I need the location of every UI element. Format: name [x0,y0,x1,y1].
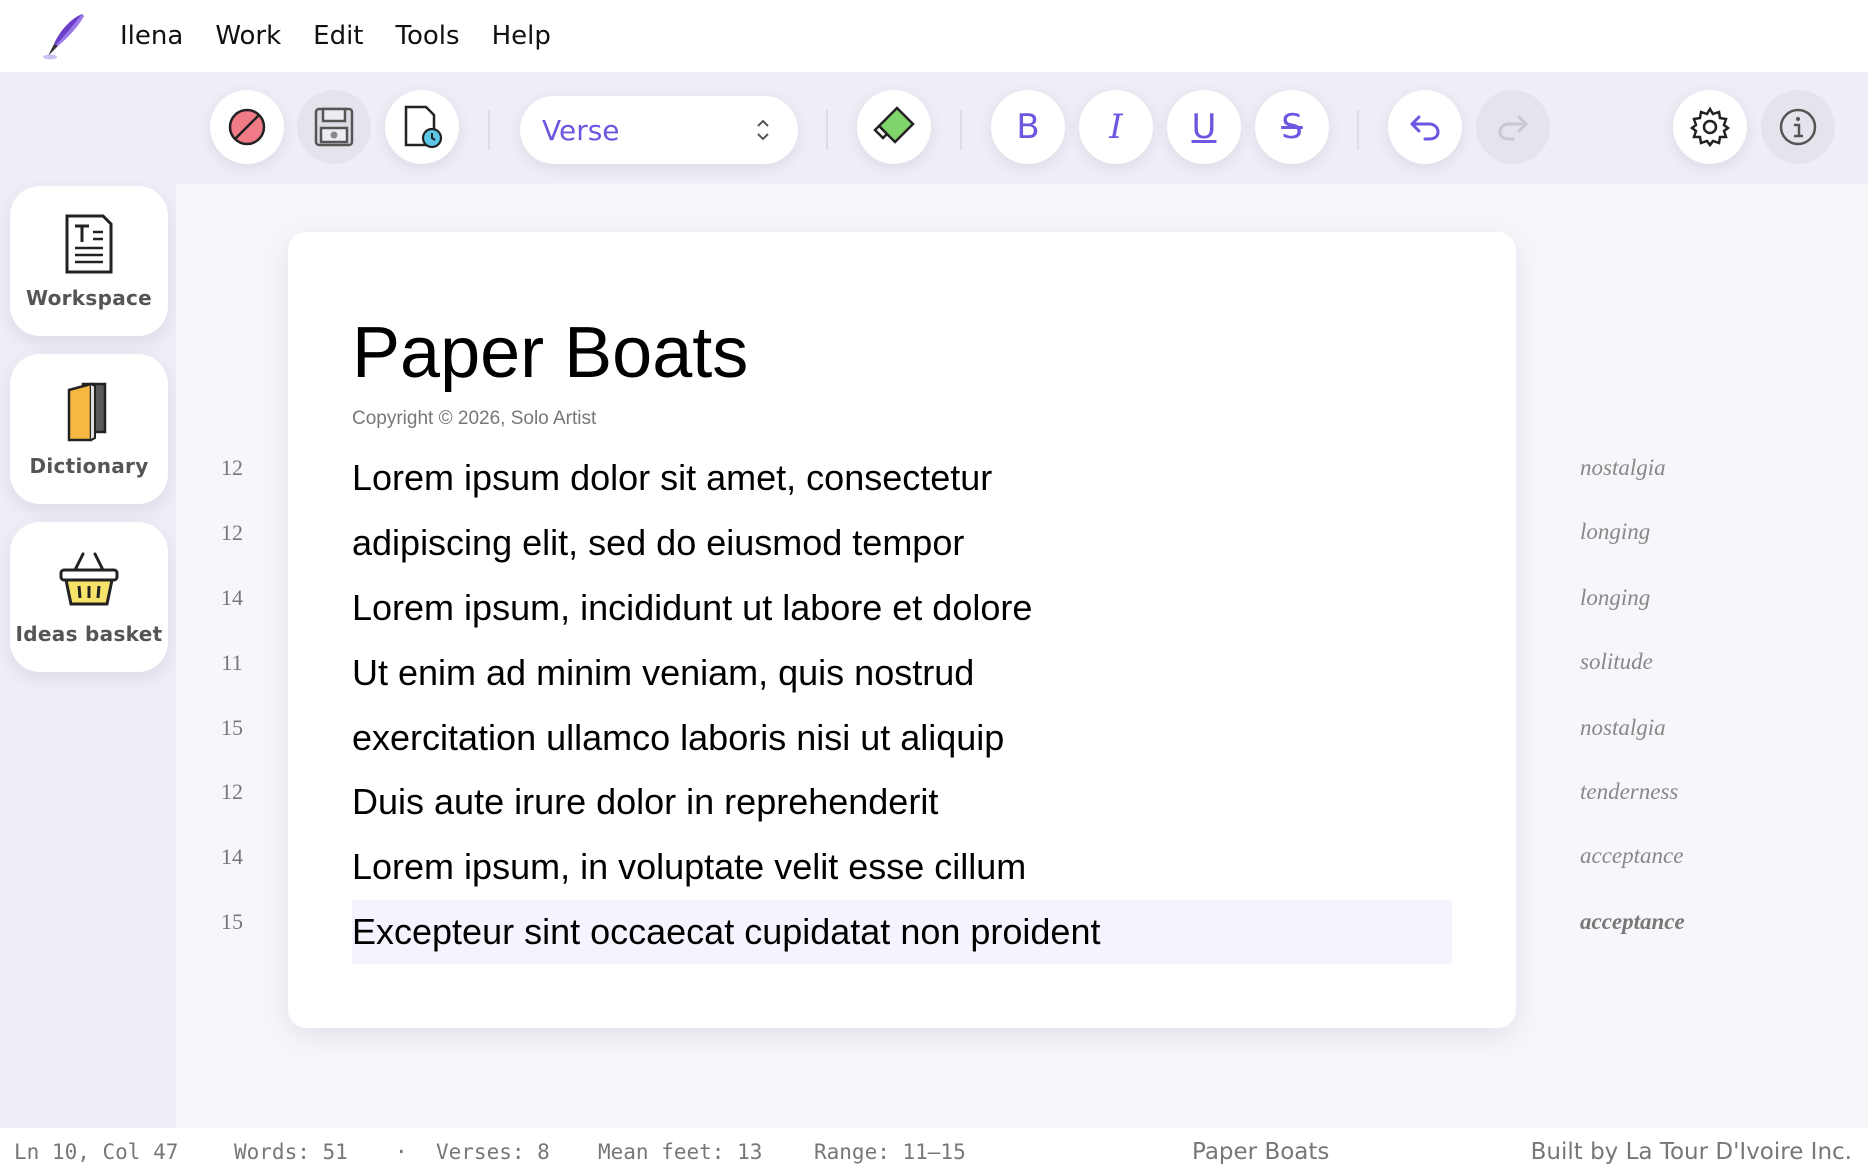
line-theme: tenderness [1580,779,1679,804]
menu-work[interactable]: Work [215,21,281,51]
eraser-icon [873,106,915,144]
menu-tools[interactable]: Tools [396,21,460,51]
floppy-disk-icon [314,107,354,147]
save-button[interactable] [297,90,371,164]
line-theme: nostalgia [1580,715,1666,740]
status-bar: Ln 10, Col 47 Words: 51 · Verses: 8 Mean… [0,1128,1868,1176]
line-theme: acceptance [1580,843,1684,868]
menu-items: Ilena Work Edit Tools Help [120,0,583,72]
status-credit: Built by La Tour D'Ivoire Inc. [1530,1139,1852,1165]
verse-line[interactable]: exercitation ullamco laboris nisi ut ali… [352,706,1452,770]
toolbar-separator [1357,110,1359,150]
redo-button[interactable] [1476,90,1550,164]
strikethrough-icon: S [1281,107,1303,147]
line-theme: solitude [1580,649,1653,674]
sidebar: Workspace Dictionary Ideas basket [0,184,176,1128]
status-feet-range: Range: 11–15 [814,1140,966,1164]
document-icon [65,214,113,274]
italic-button[interactable]: I [1079,90,1153,164]
line-style-select[interactable]: Verse [520,96,798,164]
quill-pen-logo-icon [43,14,84,60]
feet-count: 15 [221,909,243,934]
document-clock-icon [404,105,443,149]
feet-count: 11 [221,650,243,675]
sidebar-item-label: Dictionary [29,454,149,478]
status-verse-count: Verses: 8 [436,1140,550,1164]
feet-count: 15 [221,715,243,740]
sidebar-item-label: Ideas basket [15,622,163,646]
status-separator: · [395,1140,408,1164]
redo-arrow-icon [1498,115,1528,141]
verse-line[interactable]: Lorem ipsum dolor sit amet, consectetur [352,446,1452,510]
feet-count: 14 [221,585,243,610]
verse-line[interactable]: Ut enim ad minim veniam, quis nostrud [352,641,1452,705]
version-history-button[interactable] [385,90,459,164]
status-cursor-position: Ln 10, Col 47 [14,1140,179,1164]
status-word-count: Words: 51 [234,1140,348,1164]
verse-line[interactable]: Lorem ipsum, incididunt ut labore et dol… [352,576,1452,640]
toolbar-separator [960,110,962,150]
line-theme: longing [1580,585,1651,610]
line-theme: longing [1580,519,1651,544]
sidebar-item-ideas-basket[interactable]: Ideas basket [10,522,168,672]
feet-count: 12 [221,455,243,480]
italic-icon: I [1109,107,1123,147]
bold-button[interactable]: B [991,90,1065,164]
clear-button[interactable] [210,90,284,164]
bold-icon: B [1016,107,1040,147]
underline-button[interactable]: U [1167,90,1241,164]
toolbar-separator [826,110,828,150]
menu-help[interactable]: Help [492,21,551,51]
no-entry-icon [228,108,266,146]
verse-line[interactable]: adipiscing elit, sed do eiusmod tempor [352,511,1452,575]
chevron-up-down-icon [757,119,769,141]
info-button[interactable] [1761,90,1835,164]
verse-line[interactable]: Lorem ipsum, in voluptate velit esse cil… [352,835,1452,899]
menu-bar: Ilena Work Edit Tools Help [0,0,1868,72]
sidebar-item-dictionary[interactable]: Dictionary [10,354,168,504]
feet-count: 12 [221,779,243,804]
feet-count: 12 [221,520,243,545]
underline-icon: U [1191,107,1217,147]
verse-line[interactable]: Duis aute irure dolor in reprehenderit [352,770,1452,834]
status-mean-feet: Mean feet: 13 [598,1140,763,1164]
menu-app[interactable]: Ilena [120,21,183,51]
strikethrough-button[interactable]: S [1255,90,1329,164]
line-theme-active: acceptance [1580,909,1685,934]
gear-icon [1689,106,1731,148]
document-title[interactable]: Paper Boats [352,312,748,394]
document-copyright: Copyright © 2026, Solo Artist [352,408,597,429]
settings-button[interactable] [1673,90,1747,164]
eraser-button[interactable] [857,90,931,164]
sidebar-item-label: Workspace [25,286,153,310]
feet-count: 14 [221,844,243,869]
undo-arrow-icon [1410,115,1440,141]
undo-button[interactable] [1388,90,1462,164]
sidebar-item-workspace[interactable]: Workspace [10,186,168,336]
status-document-name: Paper Boats [1192,1139,1330,1165]
document-page[interactable]: Paper Boats Copyright © 2026, Solo Artis… [288,232,1516,1028]
line-theme: nostalgia [1580,455,1666,480]
info-icon [1779,108,1817,146]
menu-edit[interactable]: Edit [313,21,363,51]
line-style-value: Verse [542,113,620,147]
basket-icon [59,552,119,606]
toolbar: Verse B I U S [0,72,1868,184]
toolbar-separator [488,110,490,150]
book-icon [67,382,107,442]
verse-line-active[interactable]: Excepteur sint occaecat cupidatat non pr… [352,900,1452,964]
